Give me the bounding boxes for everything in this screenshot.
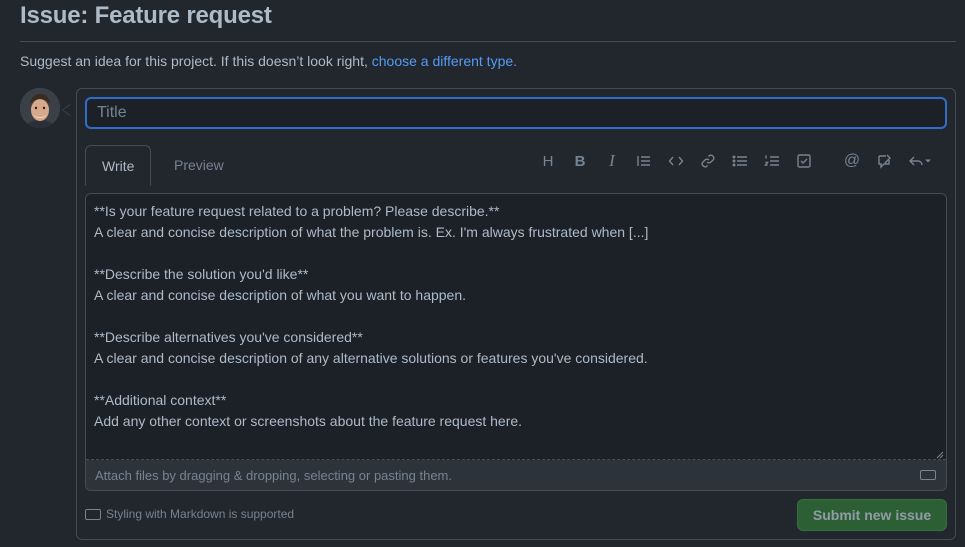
mention-icon[interactable]: @ (836, 145, 868, 177)
markdown-toolbar: H B I @ (532, 145, 940, 177)
avatar[interactable] (20, 88, 60, 128)
file-attachment-bar[interactable]: Attach files by dragging & dropping, sel… (86, 460, 946, 490)
title-input[interactable] (85, 97, 947, 129)
attach-hint: Attach files by dragging & dropping, sel… (95, 468, 452, 483)
avatar-caret (62, 104, 70, 116)
tab-write[interactable]: Write (85, 145, 152, 186)
reference-icon[interactable] (868, 145, 900, 177)
choose-different-type-link[interactable]: choose a different type. (372, 53, 517, 69)
code-icon[interactable] (660, 145, 692, 177)
link-icon[interactable] (692, 145, 724, 177)
resize-grip-icon[interactable] (936, 451, 944, 459)
chevron-down-icon (925, 159, 931, 163)
quote-icon[interactable] (628, 145, 660, 177)
new-issue-form: Write Preview H B I @ (76, 88, 956, 540)
markdown-icon (85, 508, 101, 520)
page-title: Issue: Feature request (20, 2, 272, 29)
tab-preview[interactable]: Preview (158, 145, 240, 186)
subtitle-text: Suggest an idea for this project. If thi… (20, 53, 372, 69)
markdown-icon (920, 470, 936, 480)
numbered-list-icon[interactable] (756, 145, 788, 177)
bold-icon[interactable]: B (564, 145, 596, 177)
title-divider (20, 41, 956, 42)
heading-icon[interactable]: H (532, 145, 564, 177)
markdown-support-note[interactable]: Styling with Markdown is supported (85, 507, 294, 521)
comment-body-textarea[interactable]: **Is your feature request related to a p… (86, 194, 946, 460)
submit-new-issue-button[interactable]: Submit new issue (797, 499, 947, 531)
markdown-note-text: Styling with Markdown is supported (106, 507, 295, 521)
editor-tabs: Write Preview H B I @ (77, 145, 955, 186)
comment-body-editor: **Is your feature request related to a p… (85, 193, 947, 491)
bulleted-list-icon[interactable] (724, 145, 756, 177)
page-subtitle: Suggest an idea for this project. If thi… (20, 53, 517, 69)
task-list-icon[interactable] (788, 145, 820, 177)
reply-icon[interactable] (900, 145, 940, 177)
italic-icon[interactable]: I (596, 145, 628, 177)
avatar-image (20, 88, 60, 128)
